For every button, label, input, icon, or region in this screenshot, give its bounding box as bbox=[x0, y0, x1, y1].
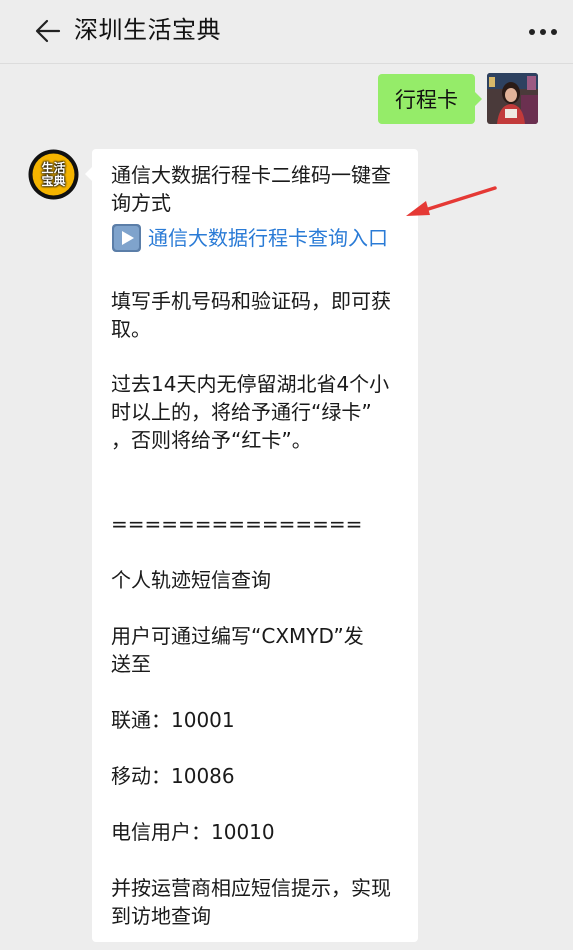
message-line: 填写手机号码和验证码，即可获 bbox=[111, 289, 391, 313]
play-icon bbox=[112, 224, 141, 252]
message-line: 取。 bbox=[111, 317, 151, 341]
bot-avatar-text-line: 生活 bbox=[41, 160, 66, 175]
message-line: ，否则将给予“红卡”。 bbox=[111, 428, 312, 452]
message-line: 用户可通过编写“CXMYD”发 bbox=[111, 624, 364, 648]
message-line: 时以上的，将给予通行“绿卡” bbox=[111, 400, 372, 424]
outgoing-message-bubble[interactable]: 行程卡 bbox=[378, 74, 482, 124]
message-line: 询方式 bbox=[111, 191, 171, 215]
message-line: 个人轨迹短信查询 bbox=[111, 568, 271, 592]
message-line: 过去14天内无停留湖北省4个小 bbox=[111, 372, 390, 396]
link-label: 通信大数据行程卡查询入口 bbox=[148, 226, 388, 250]
bot-avatar[interactable]: 生活 宝典 bbox=[28, 149, 79, 200]
divider-line: =============== bbox=[111, 512, 363, 536]
message-line: 联通：10001 bbox=[111, 708, 235, 732]
page-title: 深圳生活宝典 bbox=[74, 16, 221, 44]
message-line: 移动：10086 bbox=[111, 764, 235, 788]
message-line: 通信大数据行程卡二维码一键查 bbox=[111, 163, 391, 187]
user-avatar[interactable] bbox=[487, 73, 538, 124]
top-bar: 深圳生活宝典 bbox=[0, 0, 573, 64]
back-button[interactable] bbox=[32, 16, 64, 46]
arrow-left-icon bbox=[35, 19, 61, 43]
itinerary-card-link[interactable]: 通信大数据行程卡查询入口 bbox=[111, 223, 388, 253]
message-line: 送至 bbox=[111, 652, 151, 676]
message-line: 电信用户：10010 bbox=[111, 820, 275, 844]
message-line: 到访地查询 bbox=[111, 904, 211, 928]
incoming-message-bubble: 通信大数据行程卡二维码一键查 询方式 通信大数据行程卡查询入口 填写手机号码和验… bbox=[85, 149, 418, 942]
user-photo bbox=[487, 73, 538, 124]
more-button[interactable] bbox=[523, 20, 563, 44]
bot-avatar-label: 生活 宝典 bbox=[28, 149, 79, 200]
bot-avatar-text-line: 宝典 bbox=[41, 173, 66, 188]
message-line: 并按运营商相应短信提示，实现 bbox=[111, 876, 391, 900]
more-dots-icon bbox=[529, 29, 557, 35]
